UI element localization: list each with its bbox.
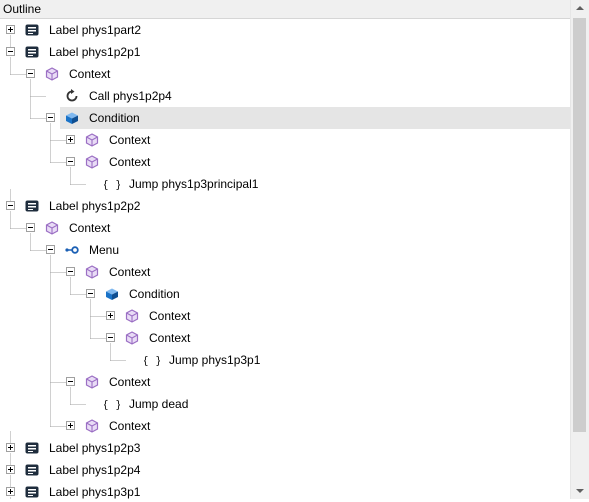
scrollbar-thumb[interactable] — [573, 18, 586, 432]
scroll-down-arrow-icon[interactable] — [571, 482, 589, 499]
tree-row-label: Context — [69, 221, 111, 235]
tree-row-label: Condition — [89, 111, 140, 125]
tree-row[interactable]: Label phys1p2p4 — [0, 459, 570, 481]
tree-row-label: Context — [109, 375, 151, 389]
context-icon — [84, 154, 100, 170]
expand-plus-icon[interactable] — [66, 135, 75, 144]
collapse-minus-icon[interactable] — [6, 47, 15, 56]
label-icon — [24, 462, 40, 478]
context-icon — [124, 308, 140, 324]
tree-row-label: Condition — [129, 287, 180, 301]
tree-row-label: Label phys1p2p4 — [49, 463, 141, 477]
tree-row-label: Context — [109, 265, 151, 279]
tree-row-label: Call phys1p2p4 — [89, 89, 172, 103]
context-icon — [84, 132, 100, 148]
tree-row-label: Context — [69, 67, 111, 81]
tree-row-label: Jump dead — [129, 397, 189, 411]
label-icon — [24, 198, 40, 214]
tree-row-label: Label phys1p2p1 — [49, 45, 141, 59]
outline-tree[interactable]: Label phys1part2 Label phys1p2p1 Context Ca… — [0, 19, 570, 499]
panel-title: Outline — [3, 2, 42, 16]
tree-row[interactable]: { } Jump phys1p3p1 — [0, 349, 570, 371]
tree-row[interactable]: Label phys1p2p3 — [0, 437, 570, 459]
tree-row[interactable]: Context — [0, 261, 570, 283]
tree-row-label: Context — [149, 309, 191, 323]
collapse-minus-icon[interactable] — [66, 377, 75, 386]
label-icon — [24, 440, 40, 456]
collapse-minus-icon[interactable] — [106, 333, 115, 342]
tree-row-label: Context — [109, 133, 151, 147]
tree-row[interactable]: Label phys1p2p2 — [0, 195, 570, 217]
collapse-minus-icon[interactable] — [86, 289, 95, 298]
menu-icon — [64, 242, 80, 258]
tree-row[interactable]: Context — [0, 129, 570, 151]
tree-row-label: Label phys1p3p1 — [49, 485, 141, 499]
tree-row-label: Context — [109, 419, 151, 433]
tree-row[interactable]: { } Jump phys1p3principal1 — [0, 173, 570, 195]
tree-row[interactable]: Context — [0, 371, 570, 393]
tree-row[interactable]: Context — [0, 327, 570, 349]
tree-row-label: Context — [149, 331, 191, 345]
collapse-minus-icon[interactable] — [26, 69, 35, 78]
jump-icon: { } — [144, 352, 160, 368]
tree-row-label: Menu — [89, 243, 120, 257]
context-icon — [84, 264, 100, 280]
jump-icon: { } — [104, 176, 120, 192]
context-icon — [44, 220, 60, 236]
tree-row[interactable]: Context — [0, 217, 570, 239]
svg-text:{ }: { } — [144, 354, 160, 367]
context-icon — [44, 66, 60, 82]
tree-row[interactable]: Label phys1p3p1 — [0, 481, 570, 499]
collapse-minus-icon[interactable] — [46, 113, 55, 122]
collapse-minus-icon[interactable] — [26, 223, 35, 232]
outline-panel-header: Outline — [0, 0, 570, 19]
vertical-scrollbar[interactable] — [570, 0, 589, 499]
expand-plus-icon[interactable] — [66, 421, 75, 430]
tree-row-label: Label phys1p2p2 — [49, 199, 141, 213]
collapse-minus-icon[interactable] — [46, 245, 55, 254]
tree-row[interactable]: Context — [0, 151, 570, 173]
tree-row-label: Jump phys1p3principal1 — [129, 177, 259, 191]
label-icon — [24, 44, 40, 60]
context-icon — [84, 374, 100, 390]
tree-row[interactable]: Call phys1p2p4 — [0, 85, 570, 107]
tree-row[interactable]: Label phys1p2p1 — [0, 41, 570, 63]
svg-text:{ }: { } — [104, 178, 120, 191]
collapse-minus-icon[interactable] — [6, 201, 15, 210]
expand-plus-icon[interactable] — [6, 487, 15, 496]
tree-row[interactable]: Condition — [0, 283, 570, 305]
expand-plus-icon[interactable] — [6, 465, 15, 474]
collapse-minus-icon[interactable] — [66, 157, 75, 166]
expand-plus-icon[interactable] — [6, 25, 15, 34]
condition-icon — [104, 286, 120, 302]
tree-row[interactable]: Context — [0, 415, 570, 437]
tree-row-label: Label phys1part2 — [49, 23, 142, 37]
tree-row-label: Context — [109, 155, 151, 169]
context-icon — [84, 418, 100, 434]
tree-row[interactable]: Label phys1part2 — [0, 19, 570, 41]
tree-row[interactable]: Context — [0, 63, 570, 85]
scroll-up-arrow-icon[interactable] — [571, 0, 589, 17]
expand-plus-icon[interactable] — [106, 311, 115, 320]
tree-row[interactable]: { } Jump dead — [0, 393, 570, 415]
tree-row[interactable]: Menu — [0, 239, 570, 261]
collapse-minus-icon[interactable] — [66, 267, 75, 276]
context-icon — [124, 330, 140, 346]
tree-row-label: Label phys1p2p3 — [49, 441, 141, 455]
tree-row-label: Jump phys1p3p1 — [169, 353, 261, 367]
label-icon — [24, 22, 40, 38]
jump-icon: { } — [104, 396, 120, 412]
tree-row[interactable]: Condition — [46, 107, 570, 129]
call-icon — [64, 88, 80, 104]
expand-plus-icon[interactable] — [6, 443, 15, 452]
condition-icon — [64, 110, 80, 126]
label-icon — [24, 484, 40, 499]
tree-row[interactable]: Context — [0, 305, 570, 327]
svg-text:{ }: { } — [104, 398, 120, 411]
